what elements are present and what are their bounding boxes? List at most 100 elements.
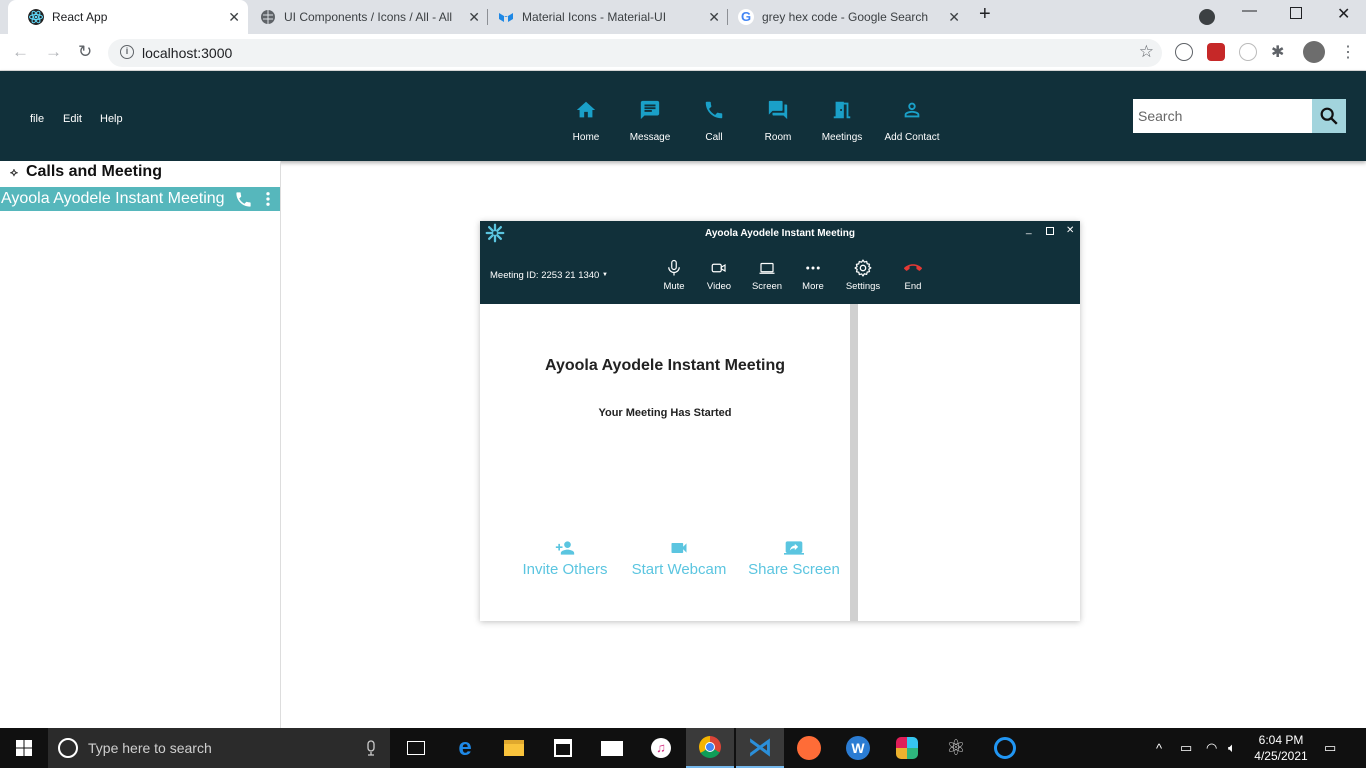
video-button[interactable]: Video [697,258,741,292]
search-box [1133,99,1346,133]
browser-tab[interactable]: Material Icons - Material-UI ✕ [488,0,728,34]
close-icon[interactable]: ✕ [1066,225,1074,236]
nav-call[interactable]: Call [679,97,749,143]
nav-meetings[interactable]: Meetings [807,97,877,143]
meeting-window-title: Ayoola Ayodele Instant Meeting [704,228,856,239]
globe-icon [261,10,275,24]
browser-tab[interactable]: G grey hex code - Google Search ✕ [728,0,968,34]
more-vert-icon[interactable] [259,190,277,208]
url-text[interactable]: localhost:3000 [142,45,232,61]
meeting-id[interactable]: Meeting ID: 2253 21 1340 ▼ [490,270,608,281]
nav-add-contact[interactable]: Add Contact [877,97,947,143]
video-camera-icon [711,263,726,273]
close-tab-icon[interactable]: ✕ [228,9,240,26]
meeting-stage: Ayoola Ayodele Instant Meeting Your Meet… [480,304,850,621]
site-info-icon[interactable]: i [120,45,134,59]
nav-message[interactable]: Message [615,97,685,143]
show-hidden-icons[interactable]: ^ [1156,728,1162,768]
azure-data-studio-icon[interactable] [981,728,1029,768]
extension-icon[interactable] [1239,43,1257,61]
file-explorer-icon[interactable] [490,728,538,768]
nav-label: Message [629,132,671,143]
extension-icon[interactable] [1175,43,1193,61]
taskbar-search-placeholder: Type here to search [88,740,212,756]
browser-tab[interactable]: UI Components / Icons / All - All ✕ [248,0,488,34]
end-call-button[interactable]: End [891,258,935,292]
tab-title: grey hex code - Google Search [762,10,929,24]
nav-label: Add Contact [884,132,940,143]
mute-button[interactable]: Mute [652,258,696,292]
nav-home[interactable]: Home [551,97,621,143]
pane-divider[interactable] [850,304,858,621]
mail-icon[interactable] [588,728,636,768]
back-icon[interactable]: ← [12,42,29,62]
control-label: End [904,281,922,292]
task-view-icon[interactable] [392,728,440,768]
avatar[interactable] [1303,41,1325,63]
menu-file[interactable]: file [30,113,44,125]
battery-icon[interactable]: ▭ [1180,728,1192,768]
sidebar-item-meeting[interactable]: Ayoola Ayodele Instant Meeting [0,187,280,211]
bookmark-star-icon[interactable]: ☆ [1139,42,1154,62]
phone-icon[interactable] [234,190,253,209]
store-icon[interactable] [539,728,587,768]
nav-room[interactable]: Room [743,97,813,143]
close-tab-icon[interactable]: ✕ [468,9,480,26]
menu-edit[interactable]: Edit [63,113,82,125]
phone-icon [705,101,723,119]
more-vert-icon[interactable]: ⋮ [1340,42,1356,62]
extension-icon[interactable] [1207,43,1225,61]
more-button[interactable]: More [791,258,835,292]
search-button[interactable] [1312,99,1346,133]
microphone-icon[interactable] [364,740,378,756]
search-input[interactable] [1133,99,1312,133]
vscode-icon[interactable]: ⋊ [736,728,784,768]
sidebar-section-header[interactable]: ⟡ Calls and Meeting [10,163,162,181]
system-clock[interactable]: 6:04 PM 4/25/2021 [1248,732,1314,764]
chevron-down-icon: ▼ [601,272,608,278]
share-screen-button[interactable]: Share Screen [746,537,842,578]
browser-tab[interactable]: React App ✕ [8,0,248,34]
clock-time: 6:04 PM [1258,733,1304,747]
itunes-icon[interactable]: ♫ [637,728,685,768]
more-horiz-icon [806,266,820,270]
word-icon[interactable]: W [834,728,882,768]
restore-button[interactable] [1290,7,1302,19]
volume-icon[interactable]: 🔈︎ [1228,728,1236,768]
start-webcam-button[interactable]: Start Webcam [628,537,730,578]
close-tab-icon[interactable]: ✕ [708,9,720,26]
taskbar-search[interactable]: Type here to search [48,728,390,768]
close-window-button[interactable]: ✕ [1337,4,1350,24]
tab-title: React App [52,10,108,24]
nav-label: Room [764,132,792,143]
chrome-icon[interactable] [686,728,734,768]
electron-icon[interactable]: ⚛ [932,728,980,768]
notifications-icon[interactable]: ▭ [1324,728,1336,768]
address-bar[interactable]: i localhost:3000 ☆ [108,39,1162,67]
nav-label: Home [572,132,600,143]
start-button[interactable] [0,728,48,768]
minimize-icon[interactable]: _ [1026,224,1032,235]
slack-icon[interactable] [883,728,931,768]
close-tab-icon[interactable]: ✕ [948,9,960,26]
wifi-icon[interactable]: ◠ [1206,728,1217,768]
nav-label: Meetings [821,132,863,143]
screen-button[interactable]: Screen [745,258,789,292]
menu-help[interactable]: Help [100,113,123,125]
forward-icon[interactable]: → [45,42,62,62]
settings-button[interactable]: Settings [841,258,885,292]
control-label: Mute [663,281,685,292]
new-tab-button[interactable]: + [979,3,991,26]
reload-icon[interactable]: ↻ [78,42,92,62]
puzzle-icon[interactable]: ✱ [1271,42,1284,62]
minimize-button[interactable]: — [1242,2,1257,19]
control-label: Settings [845,281,881,292]
postman-icon[interactable] [785,728,833,768]
drag-handle-icon[interactable]: ⟡ [10,165,18,180]
invite-others-button[interactable]: Invite Others [520,537,610,578]
maximize-icon[interactable] [1046,227,1054,235]
meeting-room-icon [833,101,851,119]
edge-icon[interactable]: e [441,728,489,768]
material-ui-icon [499,13,513,22]
tab-search-icon[interactable] [1199,9,1215,25]
